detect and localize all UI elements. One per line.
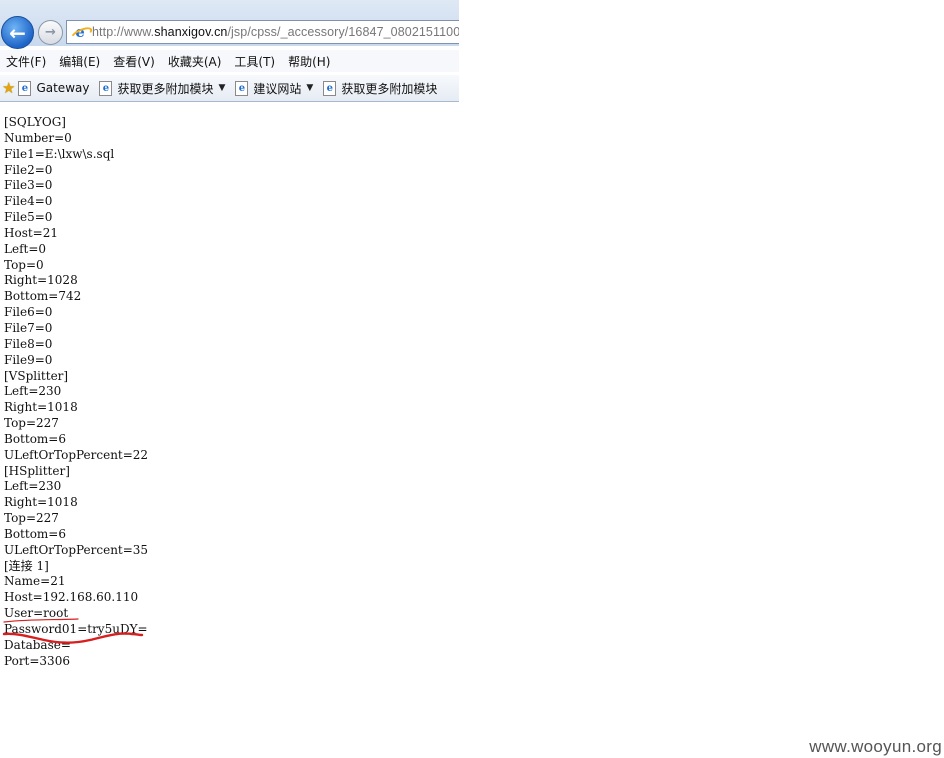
arrow-left-icon: ← bbox=[9, 20, 26, 45]
text-line: File7=0 bbox=[4, 320, 53, 335]
text-line: Right=1018 bbox=[4, 495, 78, 510]
text-line: File2=0 bbox=[4, 162, 53, 177]
text-line: Number=0 bbox=[4, 130, 72, 145]
text-line: Right=1028 bbox=[4, 273, 78, 288]
ie-page-icon: e bbox=[323, 80, 337, 96]
text-line: Bottom=6 bbox=[4, 431, 66, 446]
text-line: Host=192.168.60.110 bbox=[4, 590, 139, 605]
text-line: Name=21 bbox=[4, 574, 66, 589]
favorites-bar: ★ e Gateway e 获取更多附加模块 ▼ e 建议网站 ▼ e 获取更多… bbox=[0, 75, 459, 102]
text-line: File4=0 bbox=[4, 194, 53, 209]
text-line: Top=227 bbox=[4, 511, 59, 526]
menu-file[interactable]: 文件(F) bbox=[0, 53, 53, 70]
text-line: [SQLYOG] bbox=[4, 115, 66, 129]
favorite-gateway[interactable]: e Gateway bbox=[18, 80, 89, 96]
address-bar[interactable]: e http://www.shanxigov.cn/jsp/cpss/_acce… bbox=[66, 20, 459, 44]
menu-help[interactable]: 帮助(H) bbox=[282, 53, 337, 70]
menu-view[interactable]: 查看(V) bbox=[107, 53, 162, 70]
menu-bar: 文件(F) 编辑(E) 查看(V) 收藏夹(A) 工具(T) 帮助(H) bbox=[0, 50, 459, 72]
arrow-right-icon: → bbox=[45, 25, 56, 40]
page-text-content: [SQLYOG] Number=0 File1=E:\lxw\s.sql File2=… bbox=[4, 115, 459, 665]
browser-window: ← → e http://www.shanxigov.cn/jsp/cpss/_… bbox=[0, 0, 459, 665]
text-line: Left=230 bbox=[4, 384, 62, 399]
text-line: Top=227 bbox=[4, 416, 59, 431]
text-line: Right=1018 bbox=[4, 400, 78, 415]
text-line: Left=230 bbox=[4, 479, 62, 494]
text-line: [连接 1] bbox=[4, 558, 49, 573]
ie-page-icon: e bbox=[72, 24, 88, 40]
text-line: [VSplitter] bbox=[4, 368, 69, 383]
text-line: Left=0 bbox=[4, 241, 47, 256]
menu-tools[interactable]: 工具(T) bbox=[228, 53, 282, 70]
text-line: [HSplitter] bbox=[4, 463, 70, 478]
text-line: Top=0 bbox=[4, 257, 44, 272]
dropdown-arrow-icon[interactable]: ▼ bbox=[218, 83, 225, 93]
text-line: File3=0 bbox=[4, 178, 53, 193]
url-text[interactable]: http://www.shanxigov.cn/jsp/cpss/_access… bbox=[92, 25, 459, 39]
text-line: File8=0 bbox=[4, 336, 53, 351]
ie-page-icon: e bbox=[99, 80, 113, 96]
text-line: Bottom=742 bbox=[4, 289, 82, 304]
text-line: File1=E:\lxw\s.sql bbox=[4, 146, 115, 161]
back-button[interactable]: ← bbox=[1, 16, 34, 49]
text-line: Database= bbox=[4, 637, 71, 652]
text-line: Port=3306 bbox=[4, 653, 70, 665]
forward-button[interactable]: → bbox=[38, 20, 63, 45]
text-line: File6=0 bbox=[4, 305, 53, 320]
menu-edit[interactable]: 编辑(E) bbox=[53, 53, 107, 70]
favorite-get-addons-2[interactable]: e 获取更多附加模块 bbox=[323, 80, 437, 97]
favorite-get-addons[interactable]: e 获取更多附加模块 ▼ bbox=[99, 80, 225, 97]
favorite-suggested-sites[interactable]: e 建议网站 ▼ bbox=[235, 80, 313, 97]
menu-favorites[interactable]: 收藏夹(A) bbox=[162, 53, 229, 70]
favorites-star-icon[interactable]: ★ bbox=[2, 79, 15, 97]
text-line: ULeftOrTopPercent=22 bbox=[4, 447, 149, 462]
navigation-bar: ← → e http://www.shanxigov.cn/jsp/cpss/_… bbox=[0, 0, 459, 49]
text-line: Password01=try5uDY= bbox=[4, 622, 148, 636]
ie-page-icon: e bbox=[18, 80, 32, 96]
text-line: Bottom=6 bbox=[4, 526, 66, 541]
ie-page-icon: e bbox=[235, 80, 249, 96]
dropdown-arrow-icon[interactable]: ▼ bbox=[306, 83, 313, 93]
text-line: File9=0 bbox=[4, 352, 53, 367]
text-line: File5=0 bbox=[4, 210, 53, 225]
text-line: Host=21 bbox=[4, 225, 58, 240]
text-line: User=root bbox=[4, 606, 69, 621]
watermark: www.wooyun.org bbox=[809, 737, 942, 756]
text-line: ULeftOrTopPercent=35 bbox=[4, 542, 149, 557]
